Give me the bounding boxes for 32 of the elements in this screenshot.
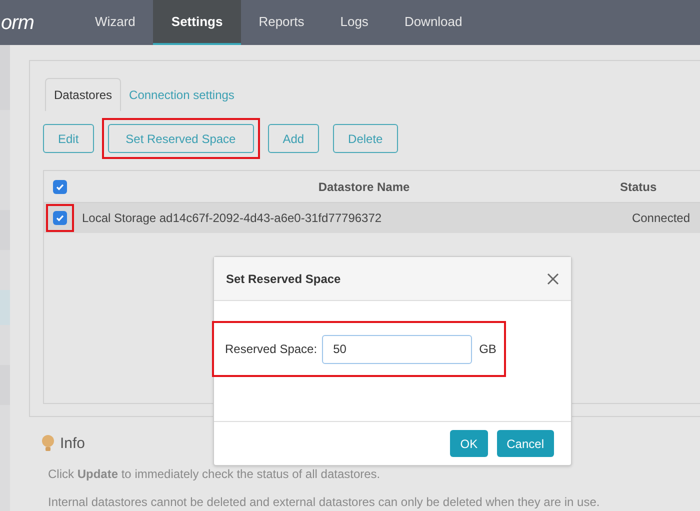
column-header: Status bbox=[620, 178, 658, 196]
nav-tab[interactable]: Settings bbox=[153, 0, 241, 45]
nav-tab[interactable]: Reports bbox=[240, 0, 322, 45]
nav-tab[interactable]: Wizard bbox=[76, 0, 154, 45]
nav-tab[interactable]: Logs bbox=[322, 0, 386, 45]
info-title: Info bbox=[60, 434, 86, 454]
toolbar-button[interactable]: Delete bbox=[333, 124, 398, 153]
check-icon bbox=[55, 182, 65, 192]
nav-tab[interactable]: Download bbox=[386, 0, 480, 45]
checkbox[interactable] bbox=[53, 211, 67, 225]
check-icon bbox=[55, 213, 65, 223]
dialog-button[interactable]: Cancel bbox=[496, 430, 554, 457]
tab[interactable]: Connection settings bbox=[121, 78, 242, 111]
column-header: Datastore Name bbox=[317, 178, 411, 196]
dialog-title: Set Reserved Space bbox=[226, 270, 341, 288]
reserved-space-field[interactable]: 50 bbox=[322, 334, 472, 364]
logo: orm bbox=[1, 10, 34, 36]
dialog-button[interactable]: OK bbox=[450, 430, 488, 457]
tab[interactable]: Datastores bbox=[45, 78, 122, 111]
unit-label: GB bbox=[479, 341, 496, 358]
toolbar-button[interactable]: Add bbox=[268, 124, 320, 153]
lightbulb-icon bbox=[42, 434, 54, 453]
table-cell-text: Local Storage ad14c67f-2092-4d43-a6e0-31fd77796372 bbox=[81, 210, 383, 227]
close-icon[interactable] bbox=[547, 272, 559, 284]
table-row[interactable]: Local Storage ad14c67f-2092-4d43-a6e0-31fd77796372 Connected bbox=[44, 203, 700, 233]
table-cell-text: Connected bbox=[630, 210, 691, 227]
toolbar-button[interactable]: Set Reserved Space bbox=[108, 124, 254, 153]
toolbar-button[interactable]: Edit bbox=[43, 124, 94, 153]
checkbox[interactable] bbox=[53, 180, 67, 194]
field-label: Reserved Space: bbox=[225, 341, 318, 358]
info-text: Internal datastores cannot be deleted and external datastores can only be deleted when they are in use. bbox=[47, 494, 601, 511]
info-text: Click Update to immediately check the status of all datastores. bbox=[47, 466, 382, 483]
